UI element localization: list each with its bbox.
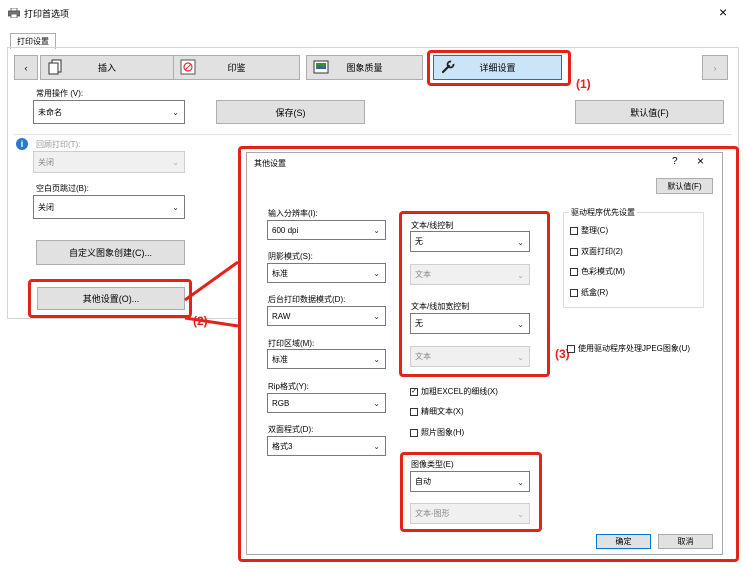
excel-bold-checkbox[interactable]: ✓ 加粗EXCEL的细线(X) (410, 386, 498, 397)
text-line-control-select[interactable]: 无 ⌄ (410, 231, 530, 252)
dialog-close-button[interactable]: × (697, 154, 704, 168)
text-line-target-select[interactable]: 文本 ⌄ (410, 264, 530, 285)
bg-print-select[interactable]: RAW ⌄ (267, 306, 386, 326)
photo-image-checkbox[interactable]: 照片图象(H) (410, 427, 464, 438)
priority-color-checkbox[interactable]: 色彩模式(M) (570, 266, 625, 277)
chevron-down-icon: ⌄ (373, 355, 380, 364)
image-type-sub-select[interactable]: 文本-图形 ⌄ (410, 503, 530, 524)
chevron-down-icon: ⌄ (517, 319, 524, 329)
dialog-default-button[interactable]: 默认值(F) (656, 178, 713, 194)
driver-priority-title: 驱动程序优先设置 (569, 207, 637, 218)
shadow-mode-select[interactable]: 标准 ⌄ (267, 263, 386, 283)
chevron-down-icon: ⌄ (517, 477, 524, 487)
text-line-bold-target-select[interactable]: 文本 ⌄ (410, 346, 530, 367)
chevron-down-icon: ⌄ (517, 237, 524, 247)
chevron-down-icon: ⌄ (373, 269, 380, 278)
priority-collate-checkbox[interactable]: 整理(C) (570, 225, 608, 236)
chevron-down-icon: ⌄ (373, 399, 380, 408)
text-line-bold-select[interactable]: 无 ⌄ (410, 313, 530, 334)
print-area-select[interactable]: 标准 ⌄ (267, 349, 386, 369)
chevron-down-icon: ⌄ (373, 442, 380, 451)
duplex-label: 双面程式(D): (268, 425, 314, 434)
chevron-down-icon: ⌄ (373, 312, 380, 321)
ok-button[interactable]: 确定 (596, 534, 651, 549)
fine-text-checkbox[interactable]: 精细文本(X) (410, 406, 464, 417)
shadow-mode-label: 阴影模式(S): (268, 252, 313, 261)
input-res-select[interactable]: 600 dpi ⌄ (267, 220, 386, 240)
image-type-label: 图像类型(E) (411, 460, 454, 469)
rip-label: Rip格式(Y): (268, 382, 309, 391)
dialog-title: 其他设置 (254, 159, 286, 168)
image-type-select[interactable]: 自动 ⌄ (410, 471, 530, 492)
rip-select[interactable]: RGB ⌄ (267, 393, 386, 413)
dialog-help-button[interactable]: ? (672, 156, 678, 167)
priority-duplex-checkbox[interactable]: 双面打印(2) (570, 246, 623, 257)
chevron-down-icon: ⌄ (517, 509, 524, 519)
jpeg-checkbox[interactable]: 使用驱动程序处理JPEG图象(U) (567, 343, 690, 354)
print-area-label: 打印区域(M): (268, 339, 315, 348)
check-icon: ✓ (410, 387, 418, 396)
text-line-bold-label: 文本/线加宽控制 (411, 302, 470, 311)
chevron-down-icon: ⌄ (517, 270, 524, 280)
chevron-down-icon: ⌄ (373, 226, 380, 235)
bg-print-label: 后台打印数据模式(D): (268, 295, 346, 304)
priority-tray-checkbox[interactable]: 纸盒(R) (570, 287, 608, 298)
text-line-control-label: 文本/线控制 (411, 221, 454, 230)
cancel-button[interactable]: 取消 (658, 534, 713, 549)
input-res-label: 输入分辨率(I): (268, 209, 318, 218)
duplex-select[interactable]: 格式3 ⌄ (267, 436, 386, 456)
chevron-down-icon: ⌄ (517, 352, 524, 362)
